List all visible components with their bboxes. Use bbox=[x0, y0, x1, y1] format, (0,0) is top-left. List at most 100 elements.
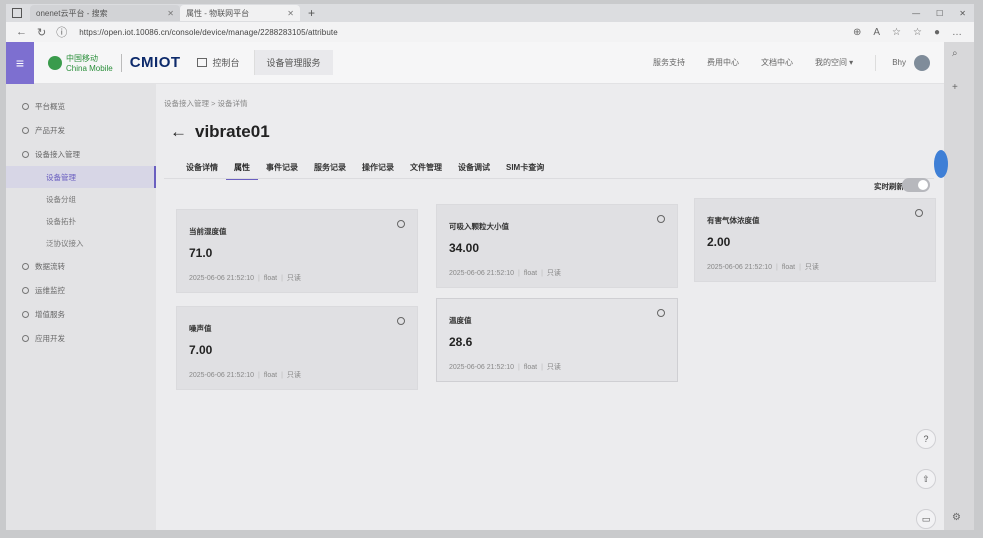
window-icon[interactable] bbox=[12, 8, 22, 18]
attribute-name: 有害气体浓度值 bbox=[707, 216, 760, 225]
tabs-divider bbox=[164, 178, 934, 179]
china-mobile-logo[interactable]: 中国移动 China Mobile bbox=[48, 53, 113, 73]
attribute-meta: 2025-06-06 21:52:10 | float | 只读 bbox=[189, 372, 301, 379]
attribute-card-noise[interactable]: 噪声值 7.00 2025-06-06 21:52:10 | float | 只读 bbox=[176, 306, 418, 390]
attribute-card-harmful-gas[interactable]: 有害气体浓度值 2.00 2025-06-06 21:52:10 | float | 只… bbox=[694, 198, 936, 282]
console-link[interactable]: 控制台 bbox=[196, 56, 240, 69]
my-space-dropdown[interactable]: 我的空间 ▾ bbox=[815, 57, 853, 68]
sidebar-item-app-dev[interactable]: 应用开发 bbox=[6, 326, 156, 350]
sidebar-item-product-dev[interactable]: 产品开发 bbox=[6, 118, 156, 142]
scroll-top-icon[interactable]: ⇧ bbox=[916, 469, 936, 489]
history-icon[interactable] bbox=[915, 209, 923, 217]
realtime-refresh-label: 实时刷新 bbox=[874, 182, 904, 191]
tab-service-log[interactable]: 服务记录 bbox=[306, 156, 354, 180]
attribute-type: float bbox=[523, 270, 538, 277]
browser-tab-attribute[interactable]: 属性 - 物联网平台 ✕ bbox=[180, 5, 300, 21]
close-icon[interactable]: ✕ bbox=[287, 9, 294, 18]
maximize-icon[interactable]: ☐ bbox=[936, 9, 943, 18]
more-icon[interactable]: … bbox=[952, 27, 962, 38]
tab-file-manage[interactable]: 文件管理 bbox=[402, 156, 450, 180]
tab-label: onenet云平台 - 搜索 bbox=[36, 8, 108, 18]
tab-attribute[interactable]: 属性 bbox=[226, 156, 258, 180]
sidebar-item-generic-protocol[interactable]: 泛协议接入 bbox=[6, 232, 156, 254]
settings-icon[interactable]: ⚙ bbox=[952, 512, 961, 523]
attribute-time: 2025-06-06 21:52:10 bbox=[189, 275, 254, 282]
sidebar-item-device-group[interactable]: 设备分组 bbox=[6, 188, 156, 210]
history-icon[interactable] bbox=[657, 215, 665, 223]
browser-tab-search[interactable]: onenet云平台 - 搜索 ✕ bbox=[30, 5, 180, 21]
favorite-icon[interactable]: ☆ bbox=[892, 27, 901, 38]
favorites-icon[interactable]: ☆ bbox=[913, 27, 922, 38]
attribute-mode: 只读 bbox=[286, 275, 301, 282]
monitoring-icon bbox=[22, 286, 29, 294]
attribute-card-particulate[interactable]: 可吸入颗粒大小值 34.00 2025-06-06 21:52:10 | float… bbox=[436, 204, 678, 288]
minimize-icon[interactable]: — bbox=[912, 9, 920, 18]
lock-icon[interactable]: ⓘ bbox=[56, 24, 67, 40]
sidebar-item-label: 应用开发 bbox=[35, 333, 65, 343]
attribute-mode: 只读 bbox=[286, 372, 301, 379]
attribute-value: 2.00 bbox=[707, 235, 731, 249]
user-menu[interactable]: Bhy bbox=[875, 54, 930, 71]
back-arrow-icon[interactable]: ← bbox=[170, 122, 187, 142]
sidebar-item-label: 增值服务 bbox=[35, 309, 65, 319]
sidebar-item-overview[interactable]: 平台概览 bbox=[6, 94, 156, 118]
close-window-icon[interactable]: ✕ bbox=[959, 9, 966, 18]
address-bar: ← ↻ ⓘ https://open.iot.10086.cn/console/… bbox=[6, 22, 974, 42]
device-service-tab[interactable]: 设备管理服务 bbox=[253, 50, 333, 75]
address-bar-icons: ⊕ A ☆ ☆ ● … bbox=[853, 27, 974, 38]
detail-tabs: 设备详情 属性 事件记录 服务记录 操作记录 文件管理 设备调试 SIM卡查询 bbox=[178, 156, 552, 180]
attribute-meta: 2025-06-06 21:52:10 | float | 只读 bbox=[707, 264, 819, 271]
close-icon[interactable]: ✕ bbox=[167, 9, 174, 18]
help-icon[interactable]: ? bbox=[916, 429, 936, 449]
avatar bbox=[914, 54, 930, 71]
feedback-icon[interactable]: ▭ bbox=[916, 509, 936, 529]
tab-device-debug[interactable]: 设备调试 bbox=[450, 156, 498, 180]
attribute-value: 34.00 bbox=[449, 241, 480, 255]
docs-link[interactable]: 文档中心 bbox=[761, 57, 793, 68]
tab-device-detail[interactable]: 设备详情 bbox=[178, 156, 226, 180]
add-icon[interactable]: + bbox=[952, 82, 958, 93]
url-input[interactable]: https://open.iot.10086.cn/console/device… bbox=[79, 25, 853, 39]
sidebar-item-label: 平台概览 bbox=[35, 101, 65, 111]
realtime-refresh-toggle[interactable] bbox=[902, 178, 930, 192]
sidebar-item-device-access[interactable]: 设备接入管理 bbox=[6, 142, 156, 166]
history-icon[interactable] bbox=[397, 220, 405, 228]
assistant-bubble-icon[interactable] bbox=[934, 150, 948, 178]
attribute-mode: 只读 bbox=[546, 364, 561, 371]
billing-link[interactable]: 费用中心 bbox=[707, 57, 739, 68]
sidebar-item-label: 产品开发 bbox=[35, 125, 65, 135]
device-access-icon bbox=[22, 150, 29, 158]
attribute-time: 2025-06-06 21:52:10 bbox=[189, 372, 254, 379]
extension-icon[interactable]: ● bbox=[934, 27, 940, 38]
browser-tab-bar: onenet云平台 - 搜索 ✕ 属性 - 物联网平台 ✕ + — ☐ ✕ bbox=[6, 4, 974, 22]
read-aloud-icon[interactable]: A bbox=[873, 27, 880, 38]
tab-sim-query[interactable]: SIM卡查询 bbox=[498, 156, 552, 180]
attribute-card-humidity[interactable]: 当前湿度值 71.0 2025-06-06 21:52:10 | float | 只读 bbox=[176, 209, 418, 293]
overview-icon bbox=[22, 102, 29, 110]
history-icon[interactable] bbox=[657, 309, 665, 317]
zoom-icon[interactable]: ⊕ bbox=[853, 27, 861, 38]
sidebar-item-monitoring[interactable]: 运维监控 bbox=[6, 278, 156, 302]
tab-event-log[interactable]: 事件记录 bbox=[258, 156, 306, 180]
search-icon[interactable]: ⌕ bbox=[952, 48, 958, 59]
cmiot-logo[interactable]: CMIOT bbox=[130, 54, 181, 71]
menu-icon[interactable]: ≡ bbox=[6, 41, 34, 84]
attribute-name: 温度值 bbox=[449, 316, 472, 325]
attribute-card-temperature[interactable]: 温度值 28.6 2025-06-06 21:52:10 | float | 只读 bbox=[436, 298, 678, 382]
sidebar-item-data-flow[interactable]: 数据流转 bbox=[6, 254, 156, 278]
back-icon[interactable]: ← bbox=[16, 26, 27, 38]
value-added-icon bbox=[22, 310, 29, 318]
refresh-icon[interactable]: ↻ bbox=[37, 26, 46, 39]
support-link[interactable]: 服务支持 bbox=[653, 57, 685, 68]
sidebar-item-value-added[interactable]: 增值服务 bbox=[6, 302, 156, 326]
attribute-name: 当前湿度值 bbox=[189, 227, 227, 236]
attribute-mode: 只读 bbox=[804, 264, 819, 271]
main-content: 设备接入管理 > 设备详情 ← vibrate01 设备详情 属性 事件记录 服… bbox=[156, 84, 944, 530]
history-icon[interactable] bbox=[397, 317, 405, 325]
header-links: 服务支持 费用中心 文档中心 我的空间 ▾ Bhy bbox=[653, 54, 944, 71]
sidebar-item-device-manage[interactable]: 设备管理 bbox=[6, 166, 156, 188]
sidebar-item-device-topology[interactable]: 设备拓扑 bbox=[6, 210, 156, 232]
new-tab-icon[interactable]: + bbox=[308, 6, 315, 20]
tab-operation-log[interactable]: 操作记录 bbox=[354, 156, 402, 180]
logo-divider bbox=[120, 53, 122, 72]
